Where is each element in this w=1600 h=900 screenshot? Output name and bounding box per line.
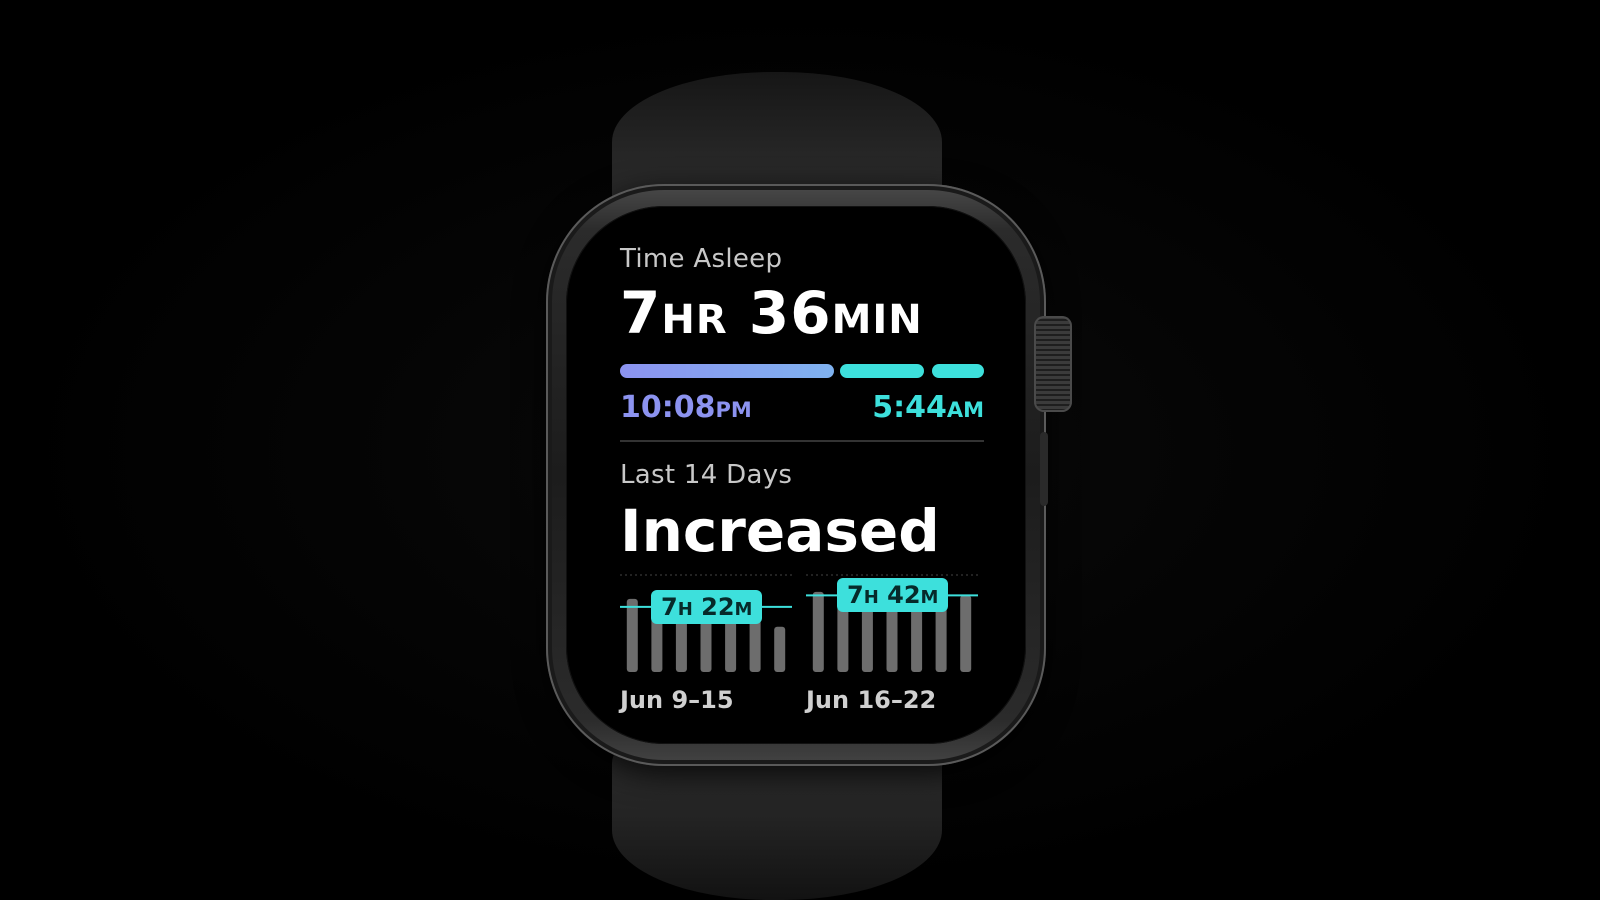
week-1-avg-h-unit: H [677, 599, 693, 620]
sleep-segment-1 [620, 364, 834, 378]
chart-2-bar-6 [935, 602, 947, 672]
chart-2-bar-7 [960, 595, 972, 672]
chart-2-bar-4 [886, 605, 898, 672]
week-2-range: Jun 16–22 [806, 686, 937, 714]
sleep-segment-3 [932, 364, 984, 378]
sleep-timeline-bar [620, 364, 984, 378]
bedtime-value: 10:08 [620, 390, 716, 425]
bedtime: 10:08PM [620, 390, 752, 425]
time-asleep-value: 7HR 36MIN [620, 284, 984, 342]
wake-time: 5:44AM [872, 390, 984, 425]
hours-number: 7 [620, 279, 662, 347]
week-1-range: Jun 9–15 [620, 686, 734, 714]
week-2-avg-h-unit: H [863, 587, 879, 608]
week-1-avg-m-unit: M [734, 599, 753, 620]
trend-label: Last 14 Days [620, 460, 793, 490]
week-1-avg-minutes: 22 [701, 593, 735, 621]
week-2-avg-hours: 7 [847, 581, 864, 609]
digital-crown[interactable] [1034, 316, 1072, 412]
week-1-average-badge: 7H 22M [651, 590, 763, 624]
hours-unit: HR [661, 297, 728, 343]
week-2-avg-minutes: 42 [887, 581, 921, 609]
chart-1-bar-7 [774, 626, 786, 672]
minutes-unit: MIN [831, 297, 923, 343]
wake-time-value: 5:44 [872, 390, 947, 425]
bedtime-suffix: PM [715, 398, 752, 422]
chart-1-bar-6 [749, 619, 761, 672]
week-chart-2: 7H 42M Jun 16–22 [806, 574, 978, 714]
stage: Time Asleep 7HR 36MIN 10:08PM 5:44AM Las… [0, 0, 1600, 900]
week-2-avg-m-unit: M [920, 587, 939, 608]
chart-1-bar-1 [626, 598, 638, 672]
wake-time-suffix: AM [946, 398, 984, 422]
sleep-app-content: Time Asleep 7HR 36MIN 10:08PM 5:44AM Las… [620, 244, 984, 714]
time-asleep-label: Time Asleep [620, 244, 783, 274]
watch-band-bottom [612, 745, 942, 900]
week-chart-1: 7H 22M Jun 9–15 [620, 574, 792, 714]
chart-2-bar-1 [812, 591, 824, 672]
side-button[interactable] [1040, 432, 1048, 506]
week-2-average-badge: 7H 42M [837, 578, 949, 612]
week-1-avg-hours: 7 [661, 593, 678, 621]
minutes-number: 36 [748, 279, 832, 347]
weekly-charts: 7H 22M Jun 9–15 7H 42M Jun 16–22 [620, 574, 984, 714]
sleep-times: 10:08PM 5:44AM [620, 390, 984, 426]
section-divider [620, 440, 984, 442]
trend-value: Increased [620, 497, 940, 565]
sleep-segment-2 [840, 364, 924, 378]
